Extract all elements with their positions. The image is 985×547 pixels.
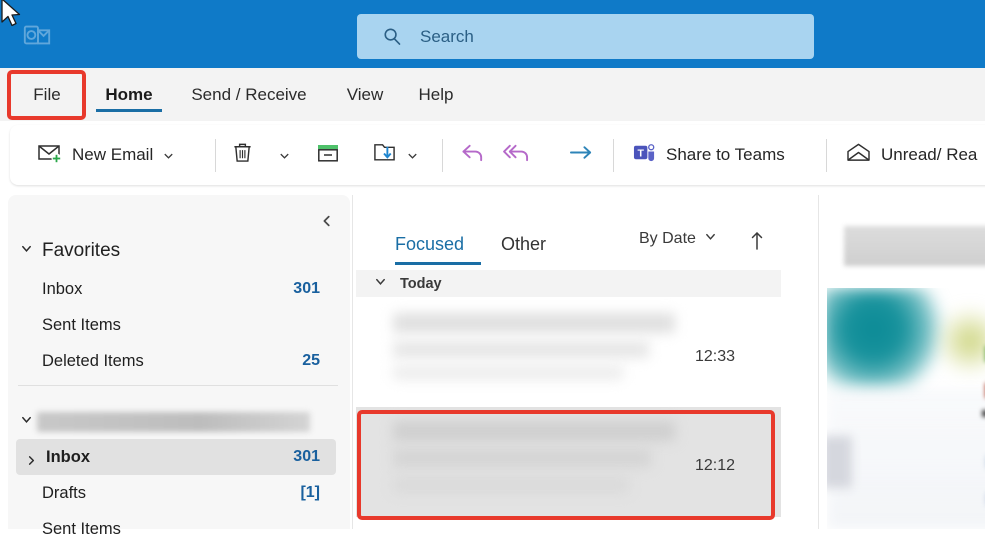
sidebar-item-label: Inbox bbox=[46, 447, 90, 466]
redacted-email-header bbox=[844, 226, 985, 266]
tab-home[interactable]: Home bbox=[96, 68, 162, 121]
reply-all-button[interactable] bbox=[502, 125, 533, 185]
move-to-button[interactable] bbox=[372, 125, 419, 185]
nav-divider bbox=[18, 385, 338, 386]
annotation-highlight-file-tab bbox=[7, 70, 86, 120]
chevron-left-icon[interactable] bbox=[314, 208, 340, 234]
tab-home-label: Home bbox=[105, 84, 153, 104]
mouse-cursor bbox=[0, 0, 22, 30]
toolbar-divider bbox=[215, 139, 216, 172]
sidebar-item-label: Sent Items bbox=[42, 315, 121, 334]
tab-send-receive[interactable]: Send / Receive bbox=[184, 68, 314, 121]
redacted-logo-graphic bbox=[827, 288, 946, 386]
sidebar-item-label: Drafts bbox=[42, 483, 87, 502]
redacted-graphic bbox=[827, 436, 852, 488]
tab-other-label: Other bbox=[501, 233, 547, 254]
unread-read-button[interactable]: Unread/ Rea bbox=[845, 125, 977, 185]
new-email-label: New Email bbox=[72, 145, 154, 164]
sidebar-item-count: 301 bbox=[293, 448, 320, 465]
tab-help[interactable]: Help bbox=[414, 68, 458, 121]
chevron-down-icon bbox=[374, 275, 387, 292]
sidebar-item-favorites-inbox[interactable]: Inbox 301 bbox=[16, 271, 336, 307]
unread-read-label: Unread/ Rea bbox=[881, 145, 978, 164]
sort-by-dropdown[interactable]: By Date bbox=[639, 230, 717, 248]
ribbon-toolbar: New Email T Share to Teams Unread/ Rea bbox=[10, 125, 985, 185]
reading-pane bbox=[822, 195, 985, 529]
teams-icon: T bbox=[632, 141, 657, 169]
sidebar-item-label: Inbox bbox=[42, 279, 83, 298]
chevron-down-icon bbox=[20, 242, 33, 260]
nav-group-favorites[interactable]: Favorites bbox=[20, 236, 120, 266]
reply-button[interactable] bbox=[460, 125, 487, 185]
new-mail-icon bbox=[37, 142, 63, 169]
sort-direction-button[interactable] bbox=[748, 229, 770, 255]
sidebar-item-count: [1] bbox=[300, 484, 320, 501]
sidebar-item-label: Sent Items bbox=[42, 519, 121, 538]
message-timestamp: 12:33 bbox=[695, 348, 736, 365]
share-to-teams-label: Share to Teams bbox=[666, 145, 785, 164]
tab-view[interactable]: View bbox=[342, 68, 388, 121]
reply-all-icon bbox=[502, 141, 533, 169]
message-list-filter-tabs: Focused Other By Date bbox=[356, 223, 818, 265]
search-input[interactable]: Search bbox=[357, 14, 814, 59]
sidebar-item-count: 301 bbox=[293, 280, 320, 297]
reply-icon bbox=[460, 141, 487, 169]
open-envelope-icon bbox=[845, 142, 872, 168]
sidebar-item-favorites-deleted-items[interactable]: Deleted Items 25 bbox=[16, 343, 336, 379]
redacted-subject bbox=[393, 341, 649, 358]
outlook-logo-icon bbox=[22, 20, 52, 50]
redacted-preview bbox=[393, 365, 623, 380]
annotation-highlight-selected-message bbox=[357, 410, 775, 520]
chevron-down-icon[interactable] bbox=[162, 149, 175, 162]
tab-focused[interactable]: Focused bbox=[395, 223, 481, 265]
new-email-button[interactable]: New Email bbox=[37, 125, 175, 185]
chevron-down-icon bbox=[704, 230, 717, 248]
delete-button[interactable] bbox=[232, 125, 291, 185]
chevron-down-icon bbox=[20, 413, 33, 431]
chevron-down-icon[interactable] bbox=[406, 149, 419, 162]
toolbar-divider bbox=[442, 139, 443, 172]
sidebar-item-drafts[interactable]: Drafts [1] bbox=[16, 475, 336, 511]
forward-button[interactable] bbox=[568, 125, 595, 185]
tab-other[interactable]: Other bbox=[501, 223, 563, 265]
message-group-label: Today bbox=[400, 275, 442, 292]
redacted-account-name bbox=[37, 412, 310, 432]
chevron-right-icon[interactable] bbox=[26, 452, 37, 465]
sidebar-item-inbox[interactable]: Inbox 301 bbox=[16, 439, 336, 475]
search-placeholder: Search bbox=[420, 26, 474, 46]
move-to-folder-icon bbox=[372, 141, 397, 169]
share-to-teams-button[interactable]: T Share to Teams bbox=[632, 125, 785, 185]
navigation-pane: Favorites Inbox 301 Sent Items Deleted I… bbox=[8, 195, 350, 538]
tab-view-label: View bbox=[346, 84, 384, 104]
sidebar-item-favorites-sent-items[interactable]: Sent Items bbox=[16, 307, 336, 343]
archive-button[interactable] bbox=[315, 125, 341, 185]
redacted-graphic bbox=[935, 308, 985, 374]
toolbar-divider bbox=[826, 139, 827, 172]
pane-divider bbox=[818, 195, 819, 529]
sidebar-item-label: Deleted Items bbox=[42, 351, 144, 370]
svg-text:T: T bbox=[637, 147, 644, 159]
ribbon-tab-bar: File Home Send / Receive View Help bbox=[0, 68, 985, 121]
toolbar-divider bbox=[613, 139, 614, 172]
arrow-up-icon bbox=[748, 232, 766, 257]
redacted-sender bbox=[393, 313, 675, 333]
title-bar: Search bbox=[0, 0, 985, 68]
search-icon bbox=[383, 27, 402, 46]
tab-help-label: Help bbox=[418, 84, 454, 104]
nav-group-favorites-label: Favorites bbox=[42, 240, 121, 261]
tab-send-receive-label: Send / Receive bbox=[191, 84, 307, 104]
trash-icon bbox=[232, 141, 253, 169]
sidebar-item-sent-items[interactable]: Sent Items bbox=[16, 511, 336, 547]
forward-arrow-icon bbox=[568, 141, 595, 169]
redacted-email-body bbox=[827, 288, 985, 529]
tab-focused-label: Focused bbox=[395, 233, 465, 254]
pane-divider bbox=[352, 195, 353, 529]
archive-icon bbox=[315, 142, 341, 169]
sidebar-item-count: 25 bbox=[302, 352, 320, 369]
message-list-item[interactable]: 12:33 bbox=[356, 297, 781, 405]
sort-by-label: By Date bbox=[639, 230, 696, 247]
chevron-down-icon[interactable] bbox=[278, 149, 291, 162]
message-group-header-today[interactable]: Today bbox=[356, 270, 781, 297]
